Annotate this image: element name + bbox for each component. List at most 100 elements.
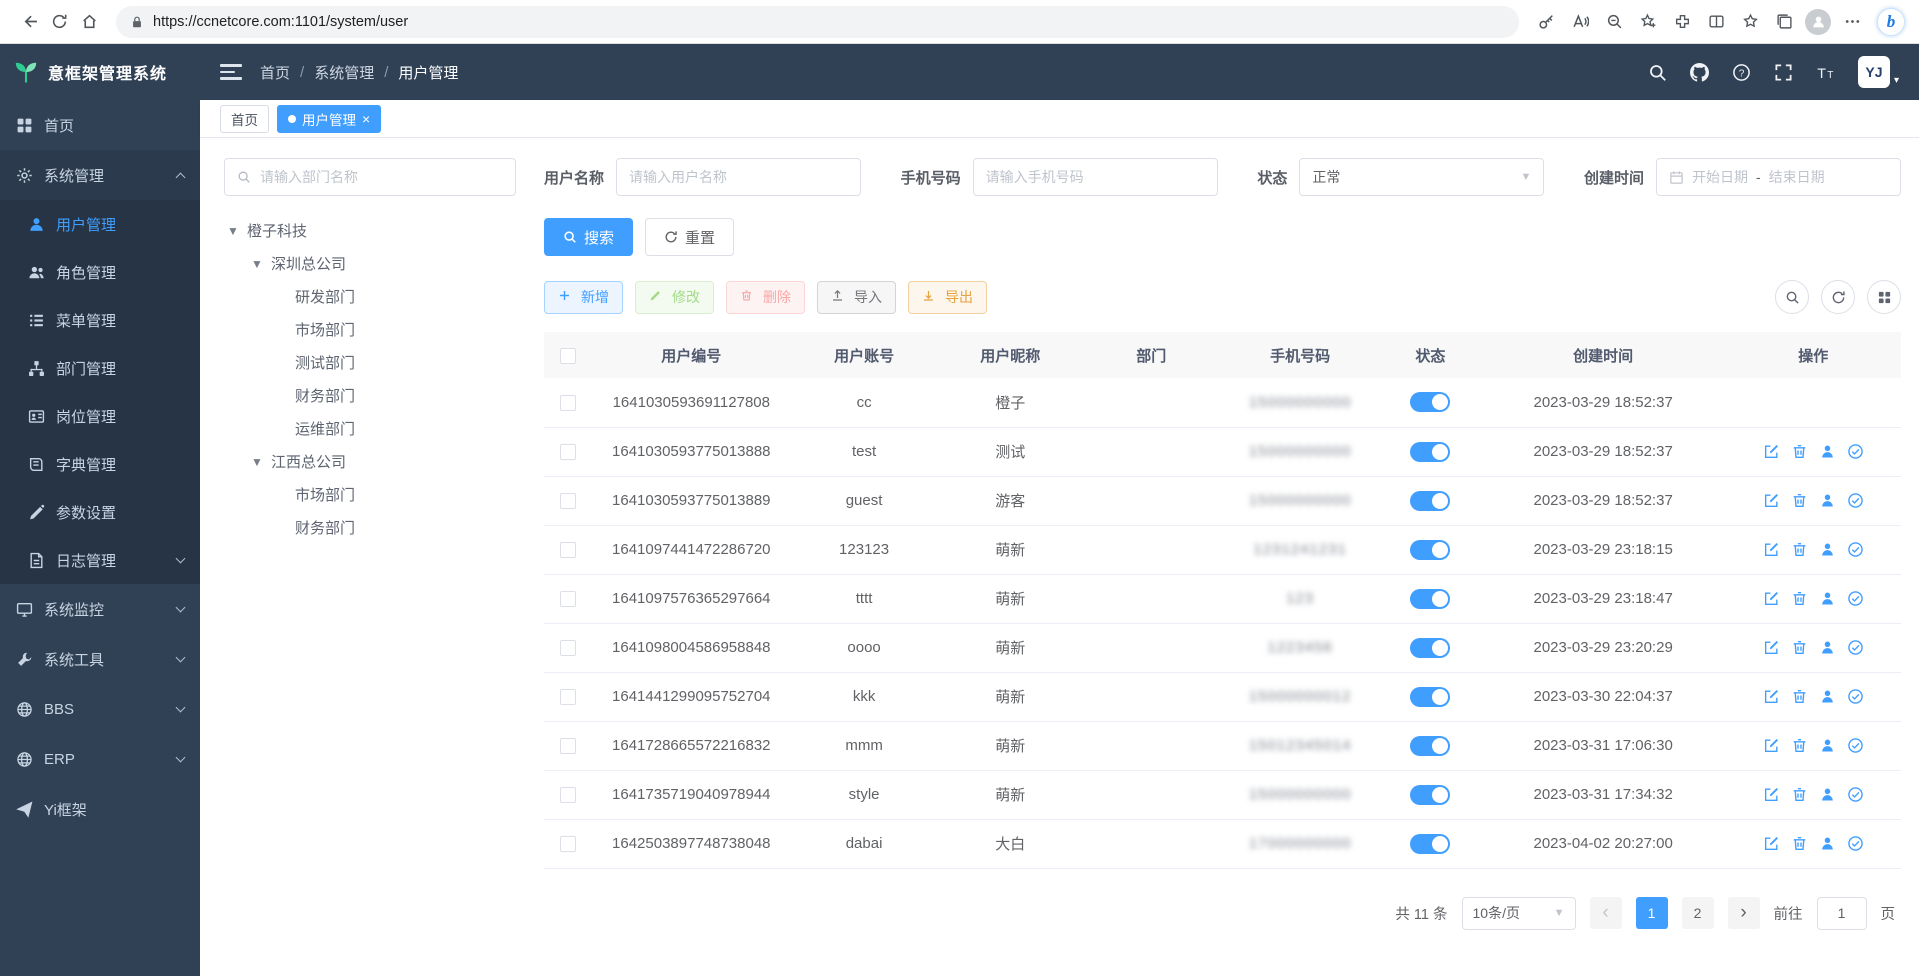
- caret-down-icon[interactable]: ▼: [250, 455, 264, 469]
- tree-node[interactable]: ▼测试部门: [224, 346, 516, 379]
- edit-icon[interactable]: [1763, 639, 1780, 656]
- row-checkbox[interactable]: [560, 689, 576, 705]
- sidebar-item-config[interactable]: 参数设置: [0, 488, 200, 536]
- status-toggle[interactable]: [1410, 589, 1450, 609]
- prev-page-button[interactable]: ‹: [1590, 897, 1622, 929]
- caret-down-icon[interactable]: ▼: [250, 257, 264, 271]
- add-favorite-icon[interactable]: [1633, 7, 1663, 37]
- back-icon[interactable]: [14, 7, 44, 37]
- zoom-out-icon[interactable]: [1599, 7, 1629, 37]
- tree-node[interactable]: ▼橙子科技: [224, 214, 516, 247]
- goto-page-input[interactable]: [1817, 897, 1867, 930]
- status-toggle[interactable]: [1410, 736, 1450, 756]
- row-checkbox[interactable]: [560, 395, 576, 411]
- fullscreen-icon[interactable]: [1774, 62, 1794, 82]
- sidebar-item-dept[interactable]: 部门管理: [0, 344, 200, 392]
- select-all-checkbox[interactable]: [560, 348, 576, 364]
- tree-node[interactable]: ▼市场部门: [224, 313, 516, 346]
- status-toggle[interactable]: [1410, 638, 1450, 658]
- status-toggle[interactable]: [1410, 442, 1450, 462]
- refresh-icon[interactable]: [44, 7, 74, 37]
- assign-role-icon[interactable]: [1847, 443, 1864, 460]
- delete-icon[interactable]: [1791, 590, 1808, 607]
- sidebar-item-menu[interactable]: 菜单管理: [0, 296, 200, 344]
- page-button-2[interactable]: 2: [1682, 897, 1714, 929]
- toolbar-search-toggle-button[interactable]: [1775, 280, 1809, 314]
- assign-role-icon[interactable]: [1847, 688, 1864, 705]
- split-screen-icon[interactable]: [1701, 7, 1731, 37]
- sidebar-item-system[interactable]: 系统管理: [0, 150, 200, 200]
- page-button-1[interactable]: 1: [1636, 897, 1668, 929]
- sidebar-item-erp[interactable]: ERP: [0, 734, 200, 784]
- row-checkbox[interactable]: [560, 542, 576, 558]
- reset-password-icon[interactable]: [1819, 492, 1836, 509]
- assign-role-icon[interactable]: [1847, 492, 1864, 509]
- home-icon[interactable]: [74, 7, 104, 37]
- assign-role-icon[interactable]: [1847, 541, 1864, 558]
- row-checkbox[interactable]: [560, 738, 576, 754]
- phone-input[interactable]: 请输入手机号码: [973, 158, 1218, 196]
- help-icon[interactable]: ?: [1732, 62, 1752, 82]
- sidebar-item-post[interactable]: 岗位管理: [0, 392, 200, 440]
- search-button[interactable]: 搜索: [544, 218, 633, 256]
- row-checkbox[interactable]: [560, 640, 576, 656]
- assign-role-icon[interactable]: [1847, 835, 1864, 852]
- reset-password-icon[interactable]: [1819, 835, 1836, 852]
- extensions-icon[interactable]: [1667, 7, 1697, 37]
- sidebar-item-dict[interactable]: 字典管理: [0, 440, 200, 488]
- sidebar-item-log[interactable]: 日志管理: [0, 536, 200, 584]
- caret-down-icon[interactable]: ▼: [226, 224, 240, 238]
- reset-password-icon[interactable]: [1819, 541, 1836, 558]
- reset-password-icon[interactable]: [1819, 786, 1836, 803]
- delete-icon[interactable]: [1791, 443, 1808, 460]
- row-checkbox[interactable]: [560, 493, 576, 509]
- assign-role-icon[interactable]: [1847, 590, 1864, 607]
- delete-icon[interactable]: [1791, 639, 1808, 656]
- close-icon[interactable]: ×: [362, 112, 370, 126]
- status-toggle[interactable]: [1410, 785, 1450, 805]
- breadcrumb-item[interactable]: 首页: [260, 62, 290, 83]
- sidebar-item-role[interactable]: 角色管理: [0, 248, 200, 296]
- search-icon[interactable]: [1648, 62, 1668, 82]
- tree-node[interactable]: ▼深圳总公司: [224, 247, 516, 280]
- reset-password-icon[interactable]: [1819, 590, 1836, 607]
- assign-role-icon[interactable]: [1847, 639, 1864, 656]
- delete-icon[interactable]: [1791, 688, 1808, 705]
- import-button[interactable]: 导入: [817, 281, 896, 314]
- read-aloud-icon[interactable]: [1565, 7, 1595, 37]
- assign-role-icon[interactable]: [1847, 737, 1864, 754]
- status-toggle[interactable]: [1410, 834, 1450, 854]
- font-size-icon[interactable]: TT: [1816, 62, 1836, 82]
- delete-icon[interactable]: [1791, 786, 1808, 803]
- tree-node[interactable]: ▼研发部门: [224, 280, 516, 313]
- delete-icon[interactable]: [1791, 737, 1808, 754]
- reset-password-icon[interactable]: [1819, 688, 1836, 705]
- favorites-bar-icon[interactable]: [1735, 7, 1765, 37]
- user-avatar[interactable]: YJ ▾: [1858, 56, 1899, 88]
- status-select[interactable]: 正常 ▼: [1299, 158, 1544, 196]
- github-icon[interactable]: [1690, 62, 1710, 82]
- status-toggle[interactable]: [1410, 491, 1450, 511]
- delete-icon[interactable]: [1791, 492, 1808, 509]
- status-toggle[interactable]: [1410, 687, 1450, 707]
- browser-menu-icon[interactable]: [1837, 7, 1867, 37]
- edit-icon[interactable]: [1763, 443, 1780, 460]
- browser-profile-avatar[interactable]: [1803, 7, 1833, 37]
- page-size-select[interactable]: 10条/页 ▼: [1462, 897, 1576, 930]
- date-range-picker[interactable]: 开始日期 - 结束日期: [1656, 158, 1901, 196]
- breadcrumb-item[interactable]: 系统管理: [314, 62, 374, 83]
- row-checkbox[interactable]: [560, 787, 576, 803]
- hamburger-icon[interactable]: [220, 60, 242, 84]
- url-bar[interactable]: https://ccnetcore.com:1101/system/user: [116, 6, 1519, 38]
- sidebar-item-tools[interactable]: 系统工具: [0, 634, 200, 684]
- toolbar-columns-button[interactable]: [1867, 280, 1901, 314]
- export-button[interactable]: 导出: [908, 281, 987, 314]
- edit-icon[interactable]: [1763, 492, 1780, 509]
- tree-node[interactable]: ▼财务部门: [224, 379, 516, 412]
- reset-password-icon[interactable]: [1819, 443, 1836, 460]
- password-key-icon[interactable]: [1531, 7, 1561, 37]
- reset-password-icon[interactable]: [1819, 639, 1836, 656]
- delete-icon[interactable]: [1791, 835, 1808, 852]
- tree-node[interactable]: ▼江西总公司: [224, 445, 516, 478]
- reset-password-icon[interactable]: [1819, 737, 1836, 754]
